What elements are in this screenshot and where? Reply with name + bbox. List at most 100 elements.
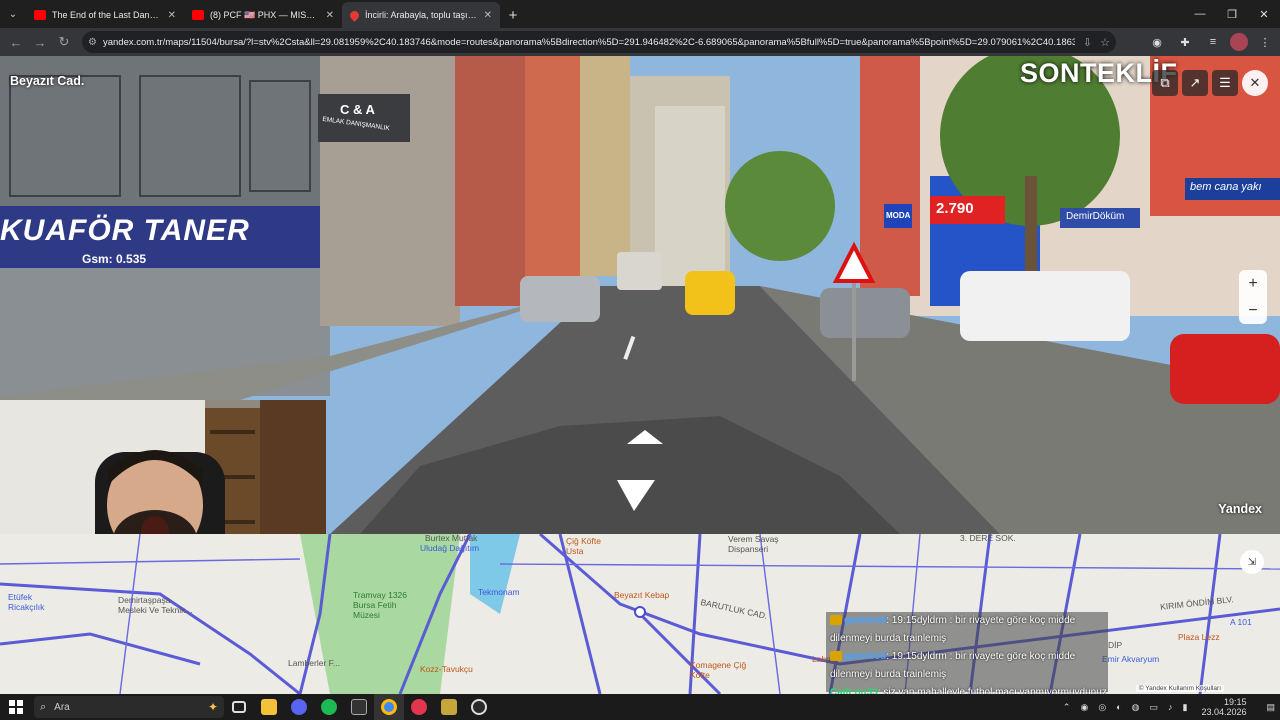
clock-time: 19:15: [1223, 697, 1247, 707]
close-tab-icon[interactable]: ✕: [484, 10, 492, 21]
chat-username: gamdred: [844, 615, 887, 626]
tray-chevron-icon[interactable]: ⌃: [1063, 702, 1071, 713]
tray-app-icon[interactable]: ◍: [1132, 702, 1140, 713]
network-icon[interactable]: ▭: [1149, 702, 1158, 713]
tab-search-icon[interactable]: ⌄: [0, 0, 26, 28]
tab-title: The End of the Last Dance | Mi…: [52, 10, 162, 20]
menu-icon[interactable]: ☰: [1212, 70, 1238, 96]
task-view-icon[interactable]: [224, 694, 254, 720]
map-label: Lamberler F...: [288, 658, 340, 668]
zoom-in-button[interactable]: +: [1239, 270, 1267, 297]
new-tab-button[interactable]: +: [500, 2, 526, 28]
tab-2[interactable]: (8) PCF 🇺🇸 PHX — MISA 🇺🇸 SU… ✕: [184, 2, 342, 28]
zoom-control: + −: [1239, 270, 1267, 324]
zoom-out-button[interactable]: −: [1239, 297, 1267, 324]
close-panorama-button[interactable]: ✕: [1242, 70, 1268, 96]
system-tray: ⌃ ◉ ◎ ◐ ◍ ▭ ♪ ▮ 19:15 23.04.2026 ▤: [1058, 694, 1280, 720]
notification-icon[interactable]: ▤: [1266, 702, 1275, 713]
sign-price: 2.790: [936, 200, 974, 217]
tray-app-icon[interactable]: ◐: [1116, 702, 1121, 712]
street-name-label: Beyazıt Cad.: [10, 74, 85, 88]
taskbar-search[interactable]: ⌕ Ara ✦: [34, 696, 224, 718]
search-placeholder: Ara: [54, 701, 70, 713]
url-text[interactable]: yandex.com.tr/maps/11504/bursa/?l=stv%2C…: [103, 37, 1075, 48]
map-label: Tekmonam: [478, 587, 520, 597]
window-controls: — ❐ ✕: [1184, 0, 1280, 28]
collapse-map-icon[interactable]: ⇲: [1240, 550, 1264, 574]
chat-message: gamdred: 19:15dyldrm : bir rivayete göre…: [826, 648, 1108, 684]
reload-icon[interactable]: ↻: [52, 30, 76, 54]
map-label: Plaza Lezz: [1178, 632, 1220, 642]
map-label: A 101: [1230, 617, 1252, 627]
map-label: DİP: [1108, 640, 1123, 650]
panorama-controls: ⧉ ↗ ☰ ✕: [1152, 70, 1268, 96]
minimize-icon[interactable]: —: [1184, 0, 1216, 28]
maps-pin-icon: [348, 8, 361, 22]
chat-username: gamdred: [844, 651, 887, 662]
volume-icon[interactable]: ♪: [1168, 702, 1173, 712]
stream-chat-overlay: gamdred: 19:15dyldrm : bir rivayete göre…: [826, 612, 1108, 702]
map-label: Kozz-Tavukçu: [420, 664, 473, 674]
sign-kuafor-phone: Gsm: 0.535: [82, 252, 147, 266]
close-window-icon[interactable]: ✕: [1248, 0, 1280, 28]
map-label: Etüfek Ricakçılık: [8, 592, 45, 612]
map-label: Uludağ Dağıtım: [420, 543, 480, 553]
yandex-watermark: Yandex: [1218, 502, 1262, 516]
chat-message: gamdred: 19:15dyldrm : bir rivayete göre…: [826, 612, 1108, 648]
map-label: Verem Savaş Dispanseri: [728, 534, 779, 554]
close-tab-icon[interactable]: ✕: [326, 10, 334, 21]
map-attribution[interactable]: © Yandex Kullanım Koşulları: [1135, 685, 1224, 692]
discord-icon[interactable]: [284, 694, 314, 720]
youtube-icon: [34, 10, 46, 20]
tab-3-active[interactable]: İncirli: Arabayla, toplu taşımayla… ✕: [342, 2, 500, 28]
profile-avatar[interactable]: [1230, 33, 1248, 51]
app-yellow-icon[interactable]: [434, 694, 464, 720]
battery-icon[interactable]: ▮: [1182, 702, 1187, 713]
open-external-icon[interactable]: ↗: [1182, 70, 1208, 96]
tray-app-icon[interactable]: ◎: [1098, 702, 1106, 713]
forward-icon[interactable]: →: [28, 30, 52, 54]
tab-title: İncirli: Arabayla, toplu taşımayla…: [365, 10, 478, 20]
map-label: Komagene Çiğ Köfte: [690, 660, 747, 680]
app-red-icon[interactable]: [404, 694, 434, 720]
site-info-icon[interactable]: ⚙: [88, 37, 97, 48]
windows-start-icon[interactable]: [0, 694, 32, 720]
browser-tab-strip: ⌄ The End of the Last Dance | Mi… ✕ (8) …: [0, 0, 1280, 28]
back-icon[interactable]: ←: [4, 30, 28, 54]
clock-date: 23.04.2026: [1201, 707, 1247, 717]
extensions-puzzle-icon[interactable]: ✚: [1174, 31, 1196, 53]
browser-toolbar: ← → ↻ ⚙ yandex.com.tr/maps/11504/bursa/?…: [0, 28, 1280, 56]
chat-badge-icon: [830, 651, 842, 662]
share-icon[interactable]: ⧉: [1152, 70, 1178, 96]
file-explorer-icon[interactable]: [254, 694, 284, 720]
youtube-icon: [192, 10, 204, 20]
windows-taskbar: ⌕ Ara ✦ ⌃ ◉ ◎ ◐ ◍ ▭ ♪ ▮ 19:15 23.04.2026…: [0, 694, 1280, 720]
browser-menu-icon[interactable]: ⋮: [1254, 31, 1276, 53]
map-label: Beyazıt Kebap: [614, 590, 670, 600]
sign-emlak: C & A: [340, 102, 375, 117]
map-label: Demirtaşpaşa Mesleki Ve Teknik...: [118, 595, 193, 615]
tray-app-icon[interactable]: ◉: [1080, 702, 1088, 713]
copilot-sparkle-icon: ✦: [207, 700, 218, 714]
extension-icon[interactable]: ◉: [1146, 31, 1168, 53]
sign-demirdokum: DemirDöküm: [1066, 211, 1125, 222]
restore-icon[interactable]: ❐: [1216, 0, 1248, 28]
tab-1[interactable]: The End of the Last Dance | Mi… ✕: [26, 2, 184, 28]
sign-kuafor: KUAFÖR TANER: [0, 214, 250, 247]
map-label: 3. DERE SOK.: [960, 534, 1016, 543]
media-control-icon[interactable]: ≡: [1202, 31, 1224, 53]
tab-title: (8) PCF 🇺🇸 PHX — MISA 🇺🇸 SU…: [210, 9, 320, 20]
chrome-icon[interactable]: [374, 694, 404, 720]
search-icon: ⌕: [40, 700, 47, 713]
install-app-icon[interactable]: ⇩: [1083, 36, 1092, 49]
map-label: Burtex Mutfak: [425, 534, 478, 543]
map-label: Tramvay 1326 Bursa Fetih Müzesi: [353, 590, 408, 620]
obs-icon[interactable]: [464, 694, 494, 720]
address-bar[interactable]: ⚙ yandex.com.tr/maps/11504/bursa/?l=stv%…: [82, 31, 1116, 53]
map-label: Emir Akvaryum: [1102, 654, 1160, 664]
close-tab-icon[interactable]: ✕: [168, 10, 176, 21]
bookmark-star-icon[interactable]: ☆: [1100, 36, 1110, 49]
spotify-icon[interactable]: [314, 694, 344, 720]
taskbar-clock[interactable]: 19:15 23.04.2026: [1196, 697, 1251, 717]
app-icon[interactable]: [344, 694, 374, 720]
